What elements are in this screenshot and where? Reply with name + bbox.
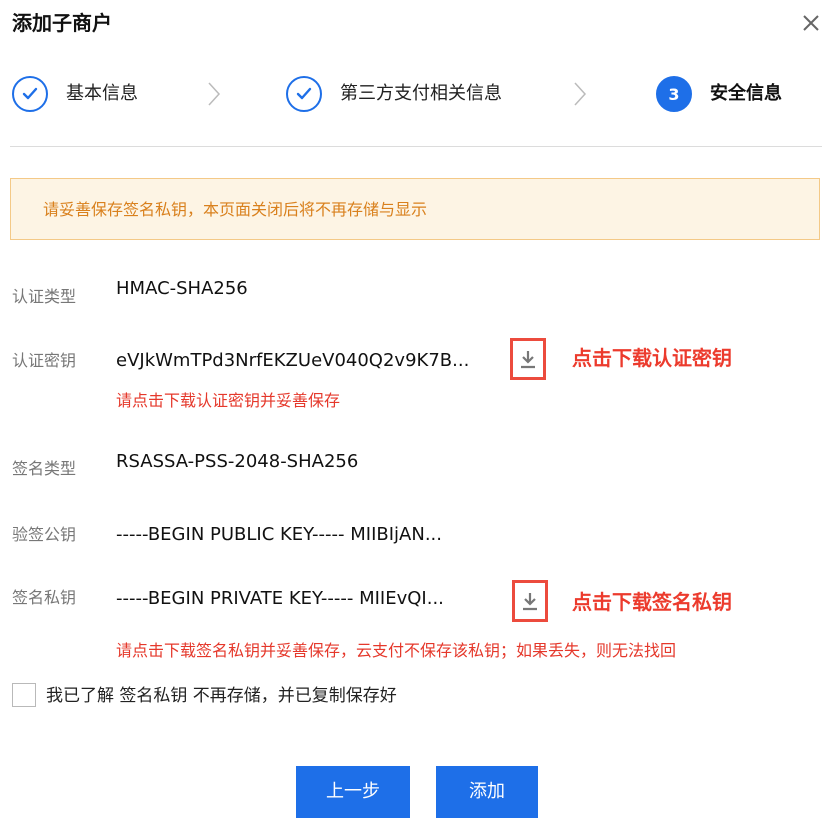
step-2-check-icon — [286, 76, 322, 112]
sign-privkey-download-button[interactable] — [512, 580, 548, 622]
sign-privkey-value: -----BEGIN PRIVATE KEY----- MIIEvQI... — [116, 588, 444, 609]
verify-pubkey-label: 验签公钥 — [12, 525, 77, 544]
auth-key-hint: 请点击下载认证密钥并妥善保存 — [116, 391, 341, 410]
auth-key-annotation: 点击下载认证密钥 — [572, 346, 732, 370]
prev-step-button[interactable]: 上一步 — [296, 766, 410, 818]
auth-key-label: 认证密钥 — [12, 351, 77, 370]
step-3-label: 安全信息 — [710, 83, 782, 104]
confirm-checkbox[interactable] — [12, 683, 36, 707]
sign-privkey-label: 签名私钥 — [12, 588, 77, 607]
steps-bar: 基本信息 第三方支付相关信息 3 安全信息 — [0, 0, 830, 130]
warning-alert: 请妥善保存签名私钥，本页面关闭后将不再存储与显示 — [10, 178, 820, 240]
step-1-label: 基本信息 — [66, 83, 138, 104]
download-icon — [521, 351, 535, 369]
sign-type-value: RSASSA-PSS-2048-SHA256 — [116, 451, 359, 472]
add-button[interactable]: 添加 — [436, 766, 538, 818]
verify-pubkey-value: -----BEGIN PUBLIC KEY----- MIIBIjAN... — [116, 524, 442, 545]
sign-privkey-hint: 请点击下载签名私钥并妥善保存，云支付不保存该私钥；如果丢失，则无法找回 — [116, 641, 677, 660]
alert-text: 请妥善保存签名私钥，本页面关闭后将不再存储与显示 — [43, 200, 428, 219]
confirm-label: 我已了解 签名私钥 不再存储，并已复制保存好 — [46, 686, 397, 706]
divider — [10, 146, 822, 147]
auth-key-value: eVJkWmTPd3NrfEKZUeV040Q2v9K7B... — [116, 350, 470, 371]
step-1-check-icon — [12, 76, 48, 112]
auth-key-download-button[interactable] — [510, 338, 546, 380]
download-icon — [523, 593, 537, 611]
chevron-right-icon — [206, 80, 222, 112]
sign-type-label: 签名类型 — [12, 459, 77, 478]
step-2-label: 第三方支付相关信息 — [340, 83, 502, 104]
auth-type-value: HMAC-SHA256 — [116, 278, 248, 299]
step-3-number: 3 — [656, 76, 692, 112]
chevron-right-icon — [572, 80, 588, 112]
sign-privkey-annotation: 点击下载签名私钥 — [572, 590, 732, 614]
auth-type-label: 认证类型 — [12, 287, 77, 306]
